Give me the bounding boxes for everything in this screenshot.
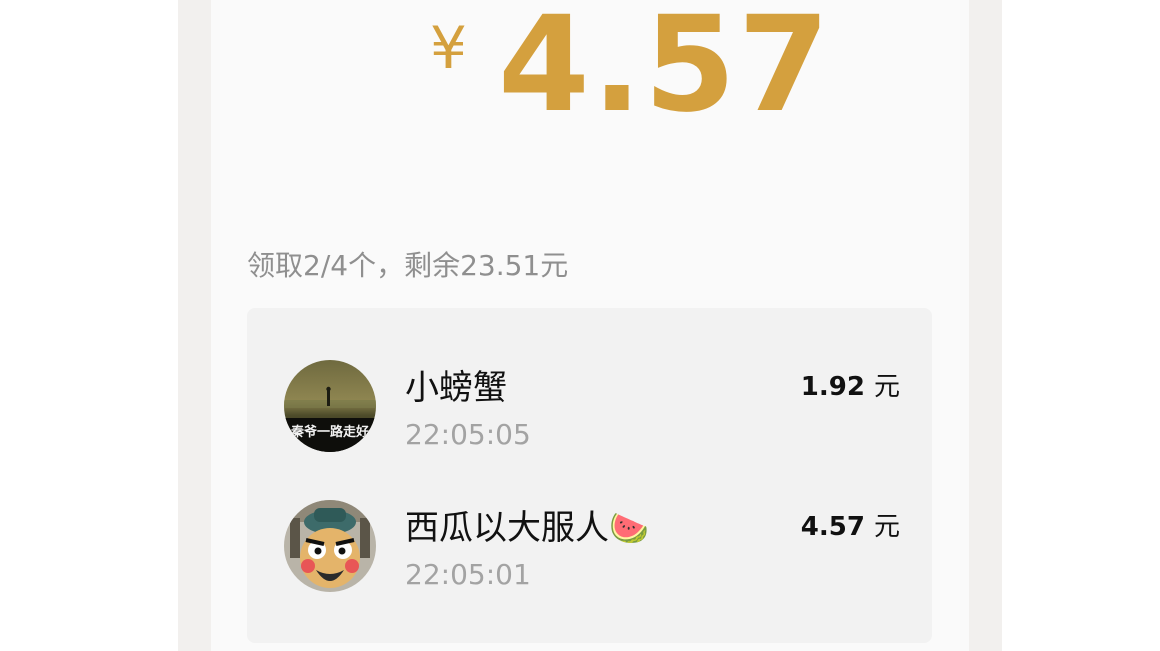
claimer-name: 小螃蟹 <box>405 368 507 408</box>
claimer-name: 西瓜以大服人🍉 <box>405 500 649 549</box>
claim-amount: 1.92 元 <box>801 366 900 403</box>
avatar[interactable] <box>284 500 376 592</box>
watermelon-emoji-icon: 🍉 <box>609 509 649 547</box>
list-item[interactable]: 秦爷一路走好 小螃蟹 22:05:05 1.92 元 <box>247 360 932 460</box>
currency-symbol: ¥ <box>430 14 467 82</box>
claim-amount: 4.57 元 <box>801 506 900 543</box>
claim-amount-unit: 元 <box>873 512 900 542</box>
list-item[interactable]: 西瓜以大服人🍉 22:05:01 4.57 元 <box>247 500 932 600</box>
claim-summary: 领取2/4个，剩余23.51元 <box>247 249 569 282</box>
claim-time: 22:05:01 <box>405 558 531 591</box>
avatar[interactable]: 秦爷一路走好 <box>284 360 376 452</box>
amount-value: 4.57 <box>498 0 832 142</box>
claim-amount-value: 1.92 <box>800 372 865 402</box>
claim-time: 22:05:05 <box>405 418 531 451</box>
cartoon-warrior-avatar-icon <box>284 500 376 592</box>
claim-amount-unit: 元 <box>873 372 900 402</box>
claim-amount-value: 4.57 <box>800 512 865 542</box>
claimer-name-text: 西瓜以大服人 <box>405 508 609 548</box>
avatar-caption: 秦爷一路走好 <box>290 425 369 440</box>
claim-records-list: 秦爷一路走好 小螃蟹 22:05:05 1.92 元 西瓜以大服人🍉 22:05… <box>247 308 932 643</box>
